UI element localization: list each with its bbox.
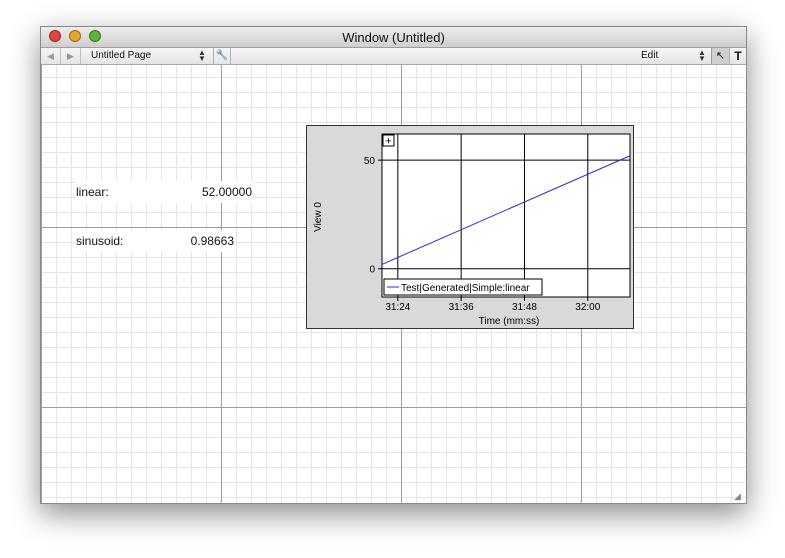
zoom-button-label: + [385,136,391,148]
plot-widget[interactable]: 31:24 31:36 31:48 32:00 0 50 + Test|Generated|S… [306,125,634,329]
edit-selector-updown-icon[interactable]: ▲ ▼ [698,49,706,63]
resize-grip-icon[interactable]: ◢ [734,491,744,501]
back-arrow-icon[interactable]: ◀ [41,48,61,64]
window-title: Window (Untitled) [342,30,445,45]
page-canvas[interactable]: linear: 52.00000 sinusoid: 0.98663 31:24… [41,65,746,503]
legend-entry: Test|Generated|Simple:linear [401,283,530,294]
title-bar[interactable]: Window (Untitled) [41,27,746,48]
linear-readout[interactable]: linear: 52.00000 [76,181,252,203]
sinusoid-readout[interactable]: sinusoid: 0.98663 [76,230,234,252]
x-tick-label: 32:00 [575,302,600,313]
pointer-tool-icon[interactable]: ↖ [711,48,729,64]
plot-area [381,133,631,298]
window: Window (Untitled) ◀ ▶ Untitled Page ▲ ▼ 🔧… [40,26,747,504]
readout-value: 0.98663 [190,234,234,248]
wrench-icon[interactable]: 🔧 [213,48,231,64]
y-axis-label: View 0 [313,202,324,232]
readout-label: linear: [76,185,109,199]
page-selector-updown-icon[interactable]: ▲ ▼ [198,49,206,63]
text-tool-button[interactable]: T [729,48,746,64]
page-selector[interactable]: Untitled Page [91,50,151,61]
line-chart: 31:24 31:36 31:48 32:00 0 50 + Test|Generated|S… [313,133,631,327]
toolbar: ◀ ▶ Untitled Page ▲ ▼ 🔧 Edit ▲ ▼ ↖ T [41,48,746,65]
y-tick-label: 0 [369,265,375,276]
x-tick-label: 31:24 [385,302,410,313]
x-axis-label: Time (mm:ss) [479,316,540,327]
forward-arrow-icon[interactable]: ▶ [61,48,81,64]
readout-label: sinusoid: [76,234,124,248]
y-tick-label: 50 [364,156,376,167]
edit-mode-selector[interactable]: Edit [641,50,658,61]
readout-value: 52.00000 [201,185,252,199]
x-tick-label: 31:36 [449,302,474,313]
x-tick-label: 31:48 [512,302,537,313]
